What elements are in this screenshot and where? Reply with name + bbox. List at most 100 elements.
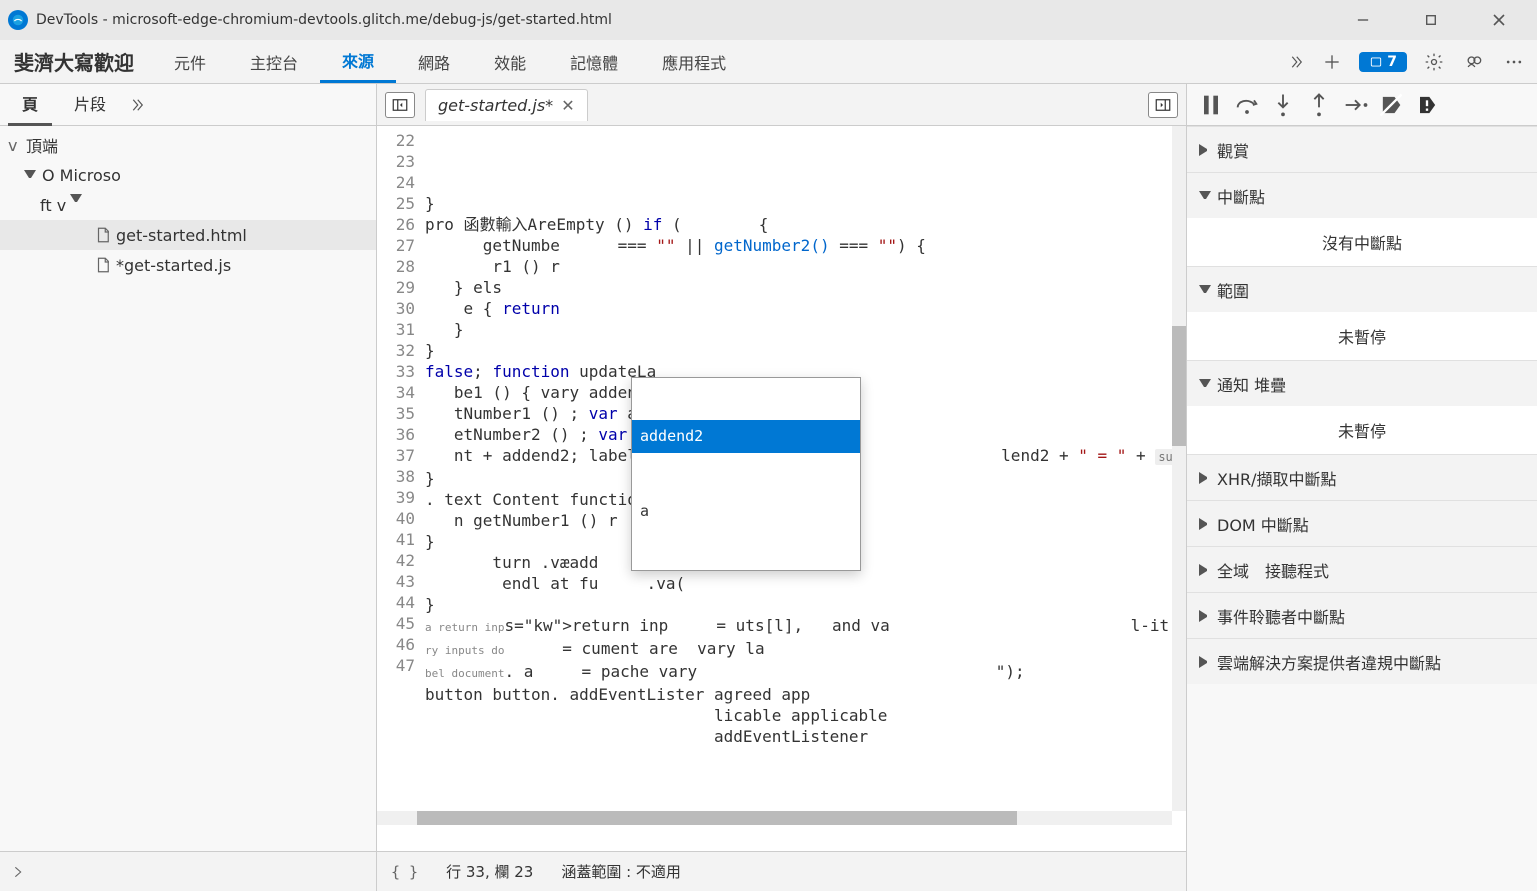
app-icon xyxy=(8,10,28,30)
issues-count: 7 xyxy=(1387,54,1397,70)
section-header[interactable]: XHR/擷取中斷點 xyxy=(1187,454,1537,500)
tree-file[interactable]: *get-started.js xyxy=(0,250,376,280)
section-body: 未暫停 xyxy=(1187,312,1537,360)
chevron-right-icon[interactable] xyxy=(10,864,26,880)
section-header[interactable]: 雲端解決方案提供者違規中斷點 xyxy=(1187,638,1537,684)
editor-file-tab[interactable]: get-started.js* ✕ xyxy=(425,89,588,121)
section-header[interactable]: 範圍 xyxy=(1187,266,1537,312)
chevron-down-icon xyxy=(1199,191,1211,203)
tab-console[interactable]: 主控台 xyxy=(228,40,320,83)
section-header[interactable]: 通知 堆疊 xyxy=(1187,360,1537,406)
autocomplete-popup[interactable]: addend2 a xyxy=(631,377,861,571)
chevron-right-icon xyxy=(1199,472,1211,484)
chevron-right-icon xyxy=(1199,518,1211,530)
chevron-down-icon xyxy=(70,190,84,208)
section-body: 沒有中斷點 xyxy=(1187,218,1537,266)
code-editor: get-started.js* ✕ 2223242526272829303132… xyxy=(377,84,1187,891)
tab-application[interactable]: 應用程式 xyxy=(640,40,748,83)
deactivate-breakpoints-button[interactable] xyxy=(1377,91,1405,119)
pretty-print-button[interactable]: { } xyxy=(391,863,418,881)
close-button[interactable] xyxy=(1477,5,1521,35)
chevron-right-icon xyxy=(1199,656,1211,668)
add-tab-button[interactable] xyxy=(1319,49,1345,75)
section-label: XHR/擷取中斷點 xyxy=(1217,466,1337,490)
code-area[interactable]: 2223242526272829303132333435363738394041… xyxy=(377,126,1186,851)
tree-folder-label: ft v xyxy=(40,196,66,215)
section-header[interactable]: 觀賞 xyxy=(1187,126,1537,172)
hide-navigator-button[interactable] xyxy=(385,92,415,118)
section-header[interactable]: 事件聆聽者中斷點 xyxy=(1187,592,1537,638)
more-menu-icon[interactable] xyxy=(1501,49,1527,75)
step-into-button[interactable] xyxy=(1269,91,1297,119)
cursor-position: 行 33, 欄 23 xyxy=(446,861,533,882)
file-name: get-started.html xyxy=(116,226,247,245)
editor-tab-label: get-started.js* xyxy=(438,96,553,115)
section-label: 雲端解決方案提供者違規中斷點 xyxy=(1217,650,1441,674)
sidebar-tabs: 頁 片段 xyxy=(0,84,376,126)
chevron-down-icon: v xyxy=(8,136,22,154)
pause-exceptions-button[interactable] xyxy=(1413,91,1441,119)
step-button[interactable] xyxy=(1341,91,1369,119)
file-name: *get-started.js xyxy=(116,256,231,275)
sidebar-tab-snippets[interactable]: 片段 xyxy=(60,83,120,126)
editor-statusbar: { } 行 33, 欄 23 涵蓋範圍 : 不適用 xyxy=(377,851,1186,891)
tree-root-label: 頂端 xyxy=(26,133,58,157)
main-tabbar: 斐濟大寫歡迎 元件 主控台 來源 網路 效能 記憶體 應用程式 7 xyxy=(0,40,1537,84)
devtools-label: 斐濟大寫歡迎 xyxy=(0,47,152,76)
main-tabs: 元件 主控台 來源 網路 效能 記憶體 應用程式 xyxy=(152,40,1287,83)
close-icon[interactable]: ✕ xyxy=(561,96,574,115)
tab-performance[interactable]: 效能 xyxy=(472,40,548,83)
pause-button[interactable] xyxy=(1197,91,1225,119)
sidebar-more-tabs-icon[interactable] xyxy=(128,96,146,114)
section-label: 觀賞 xyxy=(1217,138,1249,162)
section-label: DOM 中斷點 xyxy=(1217,512,1309,536)
section-header[interactable]: 中斷點 xyxy=(1187,172,1537,218)
debugger-toolbar xyxy=(1187,84,1537,126)
suggest-item[interactable]: a xyxy=(632,495,860,528)
vertical-scrollbar[interactable] xyxy=(1172,126,1186,811)
tab-sources[interactable]: 來源 xyxy=(320,40,396,83)
minimize-button[interactable] xyxy=(1341,5,1385,35)
section-label: 通知 堆疊 xyxy=(1217,372,1286,396)
line-gutter: 2223242526272829303132333435363738394041… xyxy=(377,126,421,851)
coverage-status: 涵蓋範圍 : 不適用 xyxy=(561,861,681,882)
horizontal-scroll-thumb[interactable] xyxy=(417,811,1017,825)
sidebar-footer xyxy=(0,851,376,891)
section-label: 全域 接聽程式 xyxy=(1217,558,1329,582)
navigator-sidebar: 頁 片段 v 頂端 O Microso ft v get-started.htm… xyxy=(0,84,377,891)
file-tree: v 頂端 O Microso ft v get-started.html *ge… xyxy=(0,126,376,851)
chevron-right-icon xyxy=(1199,144,1211,156)
chevron-right-icon xyxy=(1199,610,1211,622)
tab-elements[interactable]: 元件 xyxy=(152,40,228,83)
suggest-item[interactable]: addend2 xyxy=(632,420,860,453)
section-label: 中斷點 xyxy=(1217,184,1265,208)
tree-site[interactable]: O Microso xyxy=(0,160,376,190)
step-over-button[interactable] xyxy=(1233,91,1261,119)
chevron-down-icon xyxy=(24,166,38,184)
maximize-button[interactable] xyxy=(1409,5,1453,35)
step-out-button[interactable] xyxy=(1305,91,1333,119)
chevron-down-icon xyxy=(1199,379,1211,391)
tab-network[interactable]: 網路 xyxy=(396,40,472,83)
section-header[interactable]: 全域 接聽程式 xyxy=(1187,546,1537,592)
sidebar-tab-page[interactable]: 頁 xyxy=(8,83,52,126)
tree-folder[interactable]: ft v xyxy=(0,190,376,220)
issues-badge[interactable]: 7 xyxy=(1359,52,1407,72)
feedback-icon[interactable] xyxy=(1461,49,1487,75)
chevron-right-icon xyxy=(1199,564,1211,576)
debugger-panel: 觀賞中斷點沒有中斷點範圍未暫停通知 堆疊未暫停XHR/擷取中斷點DOM 中斷點全… xyxy=(1187,84,1537,891)
chevron-down-icon xyxy=(1199,285,1211,297)
file-icon xyxy=(94,226,112,244)
section-label: 事件聆聽者中斷點 xyxy=(1217,604,1345,628)
show-debugger-button[interactable] xyxy=(1148,92,1178,118)
settings-icon[interactable] xyxy=(1421,49,1447,75)
section-label: 範圍 xyxy=(1217,278,1249,302)
tab-memory[interactable]: 記憶體 xyxy=(548,40,640,83)
vertical-scroll-thumb[interactable] xyxy=(1172,326,1186,446)
tree-root[interactable]: v 頂端 xyxy=(0,130,376,160)
code-content[interactable]: addend2 a }pro 函數輸入AreEmpty () if ( { ge… xyxy=(421,126,1186,851)
tree-file[interactable]: get-started.html xyxy=(0,220,376,250)
section-header[interactable]: DOM 中斷點 xyxy=(1187,500,1537,546)
editor-tabbar: get-started.js* ✕ xyxy=(377,84,1186,126)
more-tabs-icon[interactable] xyxy=(1287,53,1305,71)
